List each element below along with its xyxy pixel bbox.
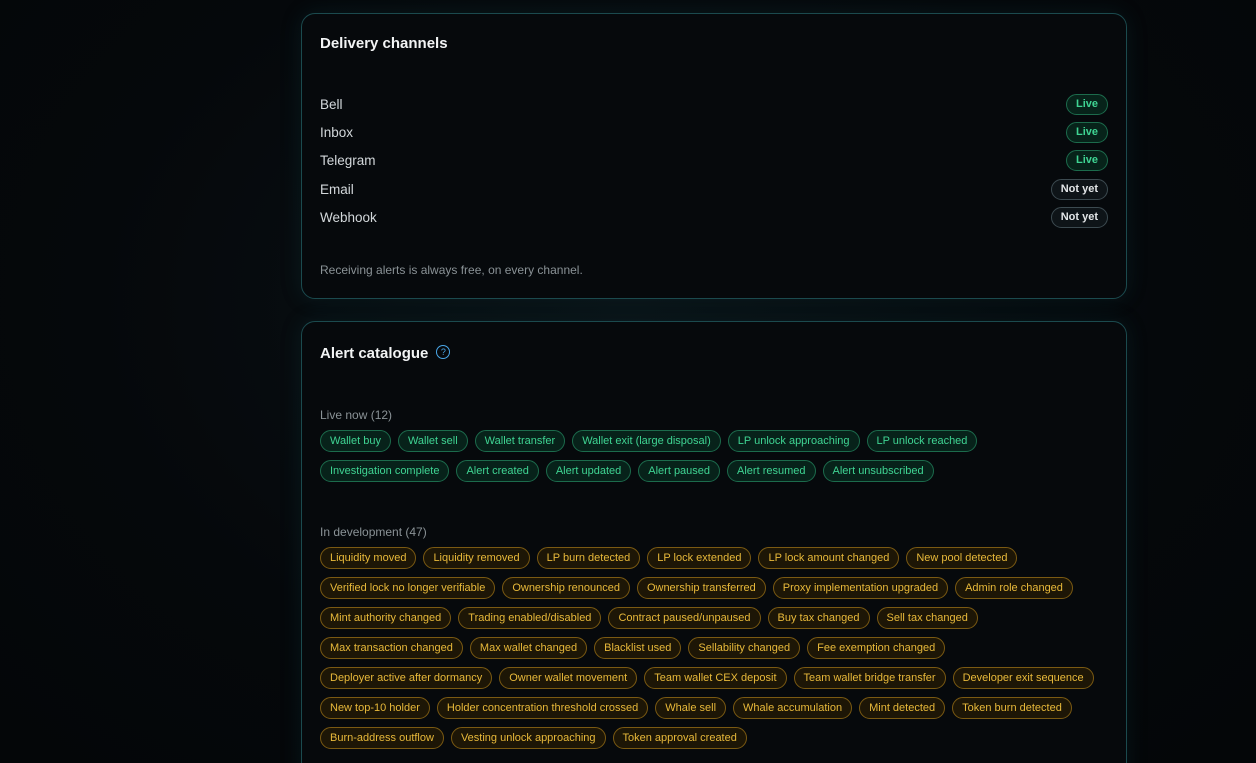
development-alert-chip: New pool detected — [906, 547, 1018, 569]
development-alert-list: Liquidity moved Liquidity removed LP burn … — [320, 547, 1108, 749]
development-alert-chip: Max wallet changed — [469, 637, 588, 659]
live-alert-chip: Alert updated — [545, 460, 632, 482]
development-alert-chip: Trading enabled/disabled — [458, 607, 602, 629]
channel-row: Bell Live — [320, 90, 1108, 118]
development-alert-chip: Token approval created — [612, 727, 747, 749]
live-alert-chip: LP unlock approaching — [727, 430, 860, 452]
development-alert-chip: New top-10 holder — [320, 697, 430, 719]
development-alert-chip: LP lock amount changed — [758, 547, 900, 569]
channel-name: Bell — [320, 96, 343, 112]
development-alert-chip: Ownership renounced — [502, 577, 630, 599]
development-alert-chip: Contract paused/unpaused — [608, 607, 761, 629]
development-alert-chip: LP burn detected — [536, 547, 641, 569]
question-circle-icon[interactable]: ? — [436, 344, 451, 359]
channel-name: Inbox — [320, 124, 354, 140]
delivery-channels-card: Delivery channels Bell Live Inbox Live Teleg… — [301, 13, 1127, 299]
alert-catalogue-title: Alert catalogue — [320, 345, 429, 362]
channel-status-badge: Not yet — [1050, 206, 1108, 228]
channel-name: Telegram — [320, 153, 376, 169]
channel-row: Email Not yet — [320, 175, 1108, 203]
live-alert-chip: LP unlock reached — [866, 430, 978, 452]
live-alert-chip: Alert created — [456, 460, 539, 482]
live-alert-chip: Wallet transfer — [474, 430, 566, 452]
development-alert-chip: Max transaction changed — [320, 637, 463, 659]
development-alert-chip: LP lock extended — [647, 547, 752, 569]
channel-row: Webhook Not yet — [320, 203, 1108, 231]
alert-catalogue-card: Alert catalogue ? Live now (12) Wallet b… — [301, 321, 1127, 763]
development-alert-chip: Whale sell — [655, 697, 727, 719]
development-alert-chip: Admin role changed — [955, 577, 1073, 599]
channel-status-badge: Live — [1065, 150, 1108, 172]
live-alert-chip: Wallet sell — [397, 430, 468, 452]
channel-status-badge: Live — [1065, 93, 1108, 115]
live-alert-chip: Investigation complete — [320, 460, 450, 482]
live-alert-chip: Wallet buy — [320, 430, 391, 452]
delivery-channels-title: Delivery channels — [320, 35, 448, 52]
development-alert-chip: Liquidity removed — [423, 547, 530, 569]
in-development-label: In development (47) — [320, 525, 427, 539]
development-alert-chip: Ownership transferred — [636, 577, 766, 599]
channel-row: Telegram Live — [320, 147, 1108, 175]
development-alert-chip: Whale accumulation — [733, 697, 853, 719]
development-alert-chip: Owner wallet movement — [499, 667, 638, 689]
live-alert-chip: Alert unsubscribed — [822, 460, 934, 482]
live-alert-chip: Wallet exit (large disposal) — [572, 430, 721, 452]
channel-status-badge: Live — [1065, 121, 1108, 143]
development-alert-chip: Vesting unlock approaching — [450, 727, 606, 749]
live-alert-list: Wallet buy Wallet sell Wallet transfer Wall… — [320, 430, 1108, 482]
development-alert-chip: Mint detected — [859, 697, 946, 719]
delivery-footnote: Receiving alerts is always free, on ever… — [320, 263, 583, 277]
development-alert-chip: Token burn detected — [952, 697, 1072, 719]
development-alert-chip: Holder concentration threshold crossed — [436, 697, 649, 719]
channel-name: Email — [320, 181, 354, 197]
live-now-label: Live now (12) — [320, 408, 393, 422]
channel-row: Inbox Live — [320, 118, 1108, 146]
channel-list: Bell Live Inbox Live Telegram Live Email Not ye… — [320, 90, 1108, 231]
live-alert-chip: Alert resumed — [727, 460, 816, 482]
alert-catalogue-title-row: Alert catalogue ? — [320, 344, 451, 362]
channel-name: Webhook — [320, 209, 377, 225]
development-alert-chip: Verified lock no longer verifiable — [320, 577, 496, 599]
development-alert-chip: Sell tax changed — [876, 607, 978, 629]
development-alert-chip: Deployer active after dormancy — [320, 667, 493, 689]
development-alert-chip: Team wallet CEX deposit — [644, 667, 787, 689]
development-alert-chip: Sellability changed — [688, 637, 801, 659]
channel-status-badge: Not yet — [1050, 178, 1108, 200]
development-alert-chip: Liquidity moved — [320, 547, 417, 569]
development-alert-chip: Burn-address outflow — [320, 727, 444, 749]
development-alert-chip: Fee exemption changed — [807, 637, 946, 659]
development-alert-chip: Team wallet bridge transfer — [793, 667, 946, 689]
live-alert-chip: Alert paused — [638, 460, 721, 482]
development-alert-chip: Buy tax changed — [767, 607, 870, 629]
development-alert-chip: Proxy implementation upgraded — [772, 577, 949, 599]
development-alert-chip: Blacklist used — [594, 637, 682, 659]
development-alert-chip: Developer exit sequence — [952, 667, 1094, 689]
development-alert-chip: Mint authority changed — [320, 607, 452, 629]
